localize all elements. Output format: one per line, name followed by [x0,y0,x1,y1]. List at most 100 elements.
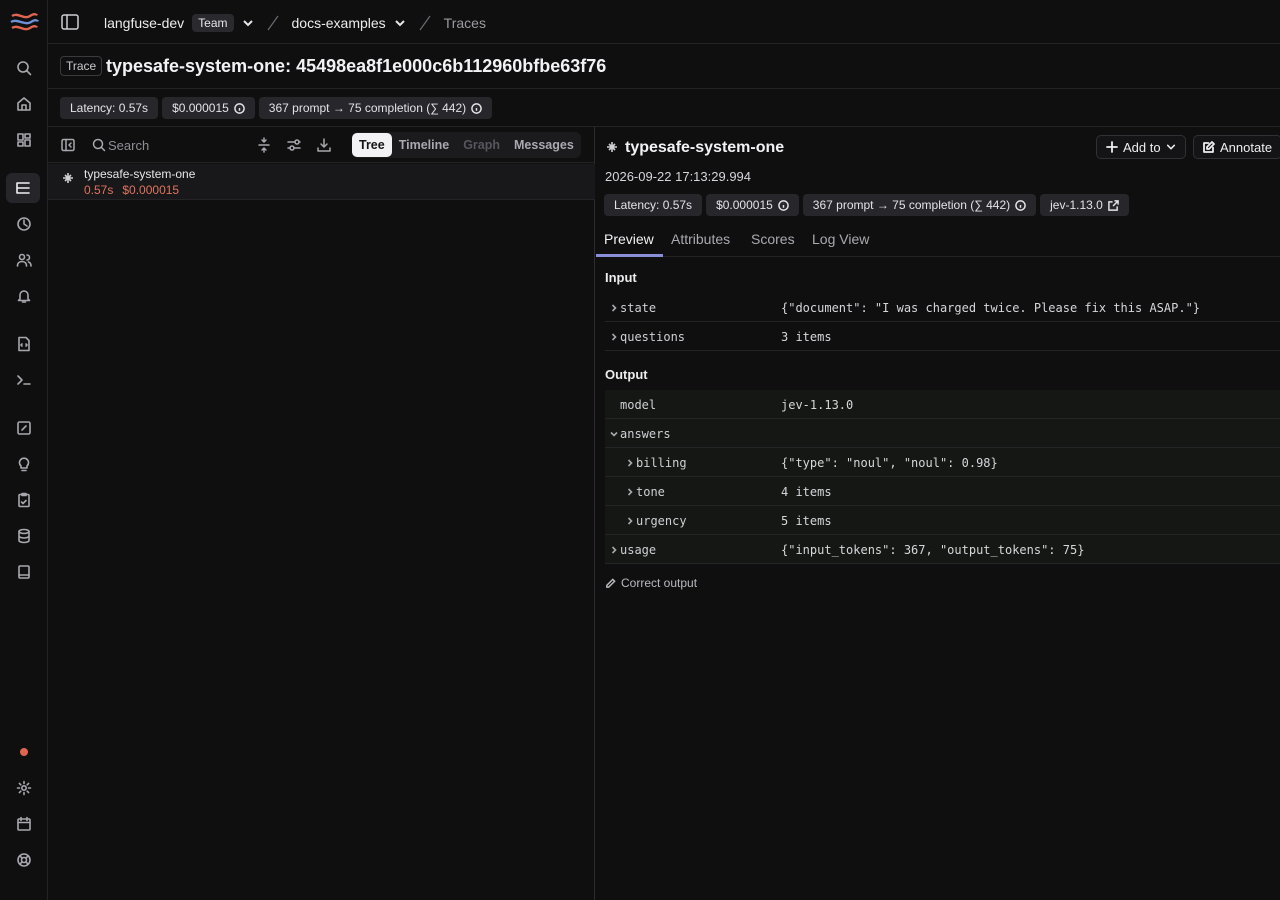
version-badge[interactable]: jev-1.13.0 [1040,194,1129,216]
output-row-usage[interactable]: usage {"input_tokens": 367, "output_toke… [605,535,1280,564]
download-icon[interactable] [316,137,332,153]
breadcrumb-org[interactable]: langfuse-dev [104,15,184,31]
chevron-right-icon[interactable] [609,544,619,554]
chevron-right-icon[interactable] [625,457,635,467]
output-row-billing[interactable]: billing {"type": "noul", "noul": 0.98} [605,448,1280,477]
tracing-icon[interactable] [6,173,40,203]
left-rail [0,0,48,900]
annotate-button[interactable]: Annotate [1193,135,1280,159]
output-row-tone[interactable]: tone 4 items [605,477,1280,506]
users-icon[interactable] [12,248,36,272]
sidebar-toggle-icon[interactable] [60,12,80,32]
input-row-questions[interactable]: questions 3 items [605,322,1280,351]
input-value: 3 items [781,330,832,344]
tab-attributes[interactable]: Attributes [671,231,730,247]
chevron-down-icon[interactable] [394,17,406,29]
cost-badge[interactable]: $0.000015 [706,194,799,216]
tab-scores[interactable]: Scores [751,231,795,247]
chevron-down-icon[interactable] [242,17,254,29]
output-value: {"input_tokens": 367, "output_tokens": 7… [781,543,1085,557]
tree-node-latency: 0.57s [84,183,114,197]
annotate-label: Annotate [1220,139,1273,155]
filter-settings-icon[interactable] [286,137,302,153]
langfuse-logo[interactable] [9,10,39,34]
tree-node-name: typesafe-system-one [84,167,196,181]
chevron-down-icon[interactable] [609,428,619,438]
tab-log-view[interactable]: Log View [812,231,869,247]
output-value: {"type": "noul", "noul": 0.98} [781,456,998,470]
alerts-bell-icon[interactable] [12,284,36,308]
trace-title-row: Trace typesafe-system-one: 45498ea8f1e00… [48,44,1280,89]
cost-text: $0.000015 [172,101,229,115]
calendar-icon[interactable] [12,812,36,836]
output-heading: Output [605,367,648,382]
tree-node-cost: $0.000015 [122,183,180,197]
output-key: billing [636,456,687,470]
notification-dot [20,748,28,756]
info-icon [233,102,245,114]
input-value: {"document": "I was charged twice. Pleas… [781,301,1201,315]
output-key: tone [636,485,665,499]
observation-timestamp: 2026-09-22 17:13:29.994 [605,169,752,184]
search-icon[interactable] [12,56,36,80]
version-text: jev-1.13.0 [1050,198,1103,212]
collapse-panel-icon[interactable] [60,137,76,153]
tokens-text: 367 prompt → 75 completion (∑ 442) [268,101,467,115]
output-row-urgency[interactable]: urgency 5 items [605,506,1280,535]
pencil-icon [606,577,616,588]
chevron-right-icon[interactable] [625,486,635,496]
top-bar: langfuse-dev Team docs-examples Traces [48,0,1280,44]
prompts-file-icon[interactable] [12,332,36,356]
output-key: usage [620,543,657,557]
input-key: state [620,301,657,315]
experiments-icon[interactable] [12,560,36,584]
tab-timeline[interactable]: Timeline [392,133,456,157]
tokens-badge[interactable]: 367 prompt → 75 completion (∑ 442) [802,194,1037,216]
detail-tabs: Preview Attributes Scores Log View [596,223,1280,257]
evaluators-icon[interactable] [12,416,36,440]
observation-detail-pane: typesafe-system-one Add to Annotate 2026… [596,127,1280,900]
org-plan-badge: Team [192,14,234,32]
cost-badge[interactable]: $0.000015 [162,97,255,119]
chevron-right-icon[interactable] [625,515,635,525]
tree-node-metrics: 0.57s $0.000015 [84,183,179,197]
view-mode-tabs: Tree Timeline Graph Messages [352,132,581,158]
datasets-database-icon[interactable] [12,524,36,548]
cost-text: $0.000015 [716,198,773,212]
playground-terminal-icon[interactable] [12,368,36,392]
dashboard-icon[interactable] [12,128,36,152]
latency-badge: Latency: 0.57s [604,194,703,216]
output-value: 4 items [781,485,832,499]
chevron-right-icon[interactable] [609,331,619,341]
chevron-right-icon[interactable] [609,302,619,312]
input-row-state[interactable]: state {"document": "I was charged twice.… [605,293,1280,322]
output-row-answers[interactable]: answers [605,419,1280,448]
tokens-badge[interactable]: 367 prompt → 75 completion (∑ 442) [258,97,493,119]
trace-node-icon [62,172,74,184]
output-key: urgency [636,514,687,528]
collapse-all-icon[interactable] [256,137,272,153]
output-value: 5 items [781,514,832,528]
tree-search-input[interactable] [108,135,248,155]
breadcrumb-separator-icon [418,15,432,31]
input-heading: Input [605,270,637,285]
breadcrumb-traces[interactable]: Traces [444,15,486,31]
latency-text: Latency: 0.57s [70,101,149,115]
tab-tree[interactable]: Tree [352,133,392,157]
tab-graph[interactable]: Graph [456,133,507,157]
tab-preview[interactable]: Preview [604,231,654,247]
lightbulb-icon[interactable] [12,452,36,476]
settings-gear-icon[interactable] [12,776,36,800]
correct-output-button[interactable]: Correct output [605,576,697,590]
tree-node[interactable]: typesafe-system-one 0.57s $0.000015 [48,164,595,200]
output-key: answers [620,427,671,441]
support-lifebuoy-icon[interactable] [12,848,36,872]
breadcrumb-project[interactable]: docs-examples [292,15,386,31]
home-icon[interactable] [12,92,36,116]
add-to-button[interactable]: Add to [1096,135,1186,159]
annotation-queues-icon[interactable] [12,488,36,512]
sessions-clock-icon[interactable] [12,212,36,236]
tab-messages[interactable]: Messages [507,133,581,157]
active-tab-indicator [596,254,663,257]
observation-metrics: Latency: 0.57s $0.000015 367 prompt → 75… [604,194,1129,216]
